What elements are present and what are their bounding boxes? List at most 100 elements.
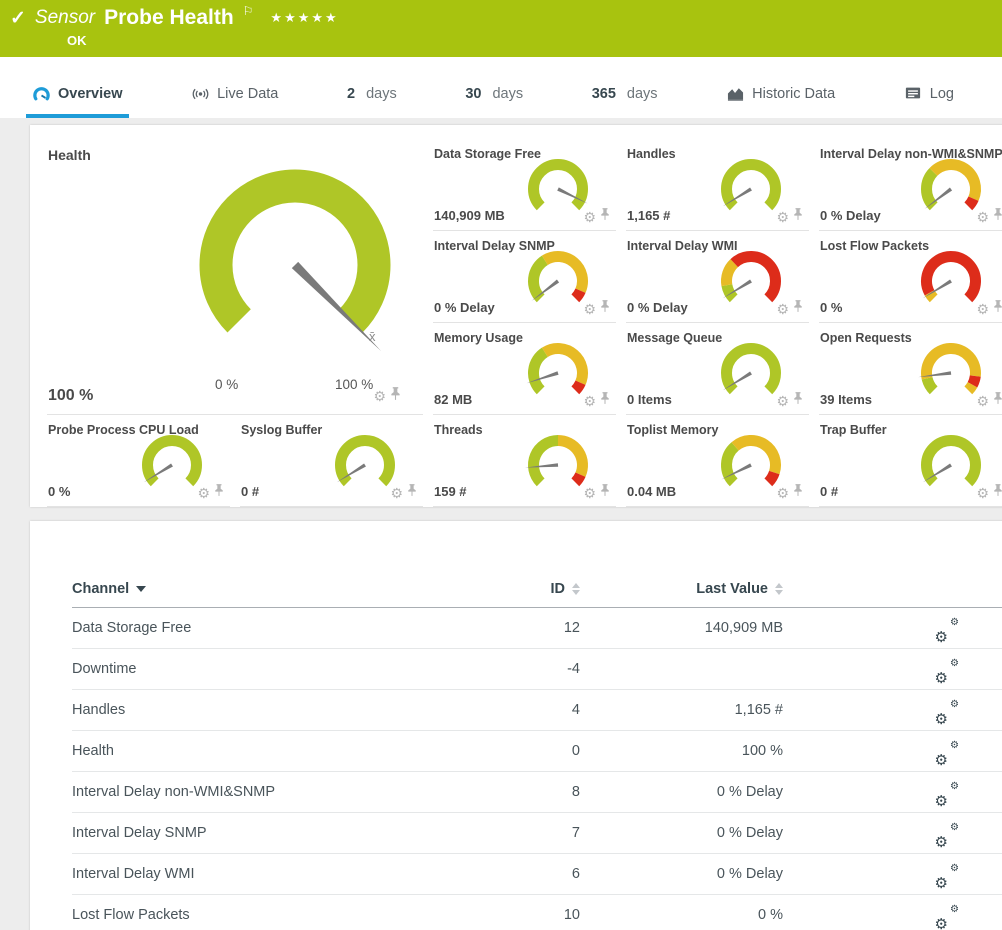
- gear-icon[interactable]: ⚙: [776, 394, 789, 408]
- pin-icon[interactable]: [600, 483, 610, 502]
- sort-desc-icon: [136, 586, 146, 592]
- pin-icon[interactable]: [993, 483, 1002, 502]
- broadcast-icon: [191, 85, 210, 104]
- gear-icon[interactable]: ⚙: [976, 486, 989, 500]
- pin-icon[interactable]: [390, 386, 401, 406]
- gear-icon[interactable]: ⚙: [583, 394, 596, 408]
- tab-label: Historic Data: [752, 86, 835, 102]
- tab-2-days[interactable]: 2days: [341, 74, 403, 118]
- gear-icon[interactable]: ⚙: [583, 302, 596, 316]
- gauge-value: 0.04 MB: [627, 484, 676, 499]
- pin-icon[interactable]: [600, 207, 610, 226]
- gear-icon[interactable]: ⚙: [976, 210, 989, 224]
- gear-icon[interactable]: ⚙: [373, 389, 386, 403]
- cell-last-value: 0 % Delay: [580, 784, 783, 800]
- pin-icon[interactable]: [793, 207, 803, 226]
- gauge-icon: [32, 85, 51, 104]
- gear-icon[interactable]: ⚙: [197, 486, 210, 500]
- cell-channel[interactable]: Lost Flow Packets: [72, 907, 480, 923]
- pin-icon[interactable]: [993, 391, 1002, 410]
- table-row-health[interactable]: Health0100 %⚙⚙: [72, 731, 1002, 772]
- table-row-data-storage-free[interactable]: Data Storage Free12140,909 MB⚙⚙: [72, 608, 1002, 649]
- table-row-interval-delay-wmi[interactable]: Interval Delay WMI60 % Delay⚙⚙: [72, 854, 1002, 895]
- cell-channel[interactable]: Health: [72, 743, 480, 759]
- table-body: Data Storage Free12140,909 MB⚙⚙Downtime-…: [72, 608, 1002, 930]
- sensor-name: Probe Health: [104, 6, 234, 30]
- gear-icon[interactable]: ⚙: [583, 210, 596, 224]
- tab-label: Overview: [58, 86, 123, 102]
- channel-table-panel: Channel ID Last Value Data Storage Free1…: [30, 521, 1002, 930]
- gauge-value: 0 % Delay: [820, 208, 881, 223]
- priority-stars[interactable]: ★★★★★: [270, 10, 338, 26]
- table-row-interval-delay-snmp[interactable]: Interval Delay SNMP70 % Delay⚙⚙: [72, 813, 1002, 854]
- column-header-id[interactable]: ID: [480, 581, 580, 597]
- column-header-channel[interactable]: Channel: [72, 581, 480, 597]
- gear-icon[interactable]: ⚙: [583, 486, 596, 500]
- gauge-max-label: 100 %: [335, 377, 373, 392]
- gauge-value: 0 Items: [627, 392, 672, 407]
- pin-icon[interactable]: [993, 207, 1002, 226]
- tab-live-data[interactable]: Live Data: [185, 74, 284, 118]
- gauge-tile-trap-buffer: Trap Buffer 0 # ⚙: [819, 415, 1002, 507]
- pin-icon[interactable]: [993, 299, 1002, 318]
- gauge-value: 0 %: [820, 300, 842, 315]
- gauge-title: Health: [48, 147, 91, 163]
- gauge-arc: [105, 143, 445, 393]
- gauge-title: Open Requests: [820, 331, 912, 345]
- cell-id: 0: [480, 743, 580, 759]
- gauge-value: 159 #: [434, 484, 467, 499]
- pin-icon[interactable]: [600, 391, 610, 410]
- pin-icon[interactable]: [214, 483, 224, 502]
- pin-icon[interactable]: [793, 483, 803, 502]
- gauge-tile-lost-flow-packets: Lost Flow Packets0 %⚙: [819, 231, 1002, 323]
- gauge-value: 0 #: [820, 484, 838, 499]
- gear-icon[interactable]: ⚙: [776, 210, 789, 224]
- table-row-lost-flow-packets[interactable]: Lost Flow Packets100 %⚙⚙: [72, 895, 1002, 930]
- gauge-value: 0 % Delay: [434, 300, 495, 315]
- cell-last-value: 0 % Delay: [580, 866, 783, 882]
- gauge-value: 1,165 #: [627, 208, 670, 223]
- gauge-value: 0 %: [48, 484, 70, 499]
- gauge-grid: Health 0 % 100 % x̄ 100 % ⚙ Data Storage…: [30, 125, 1002, 507]
- overview-panel: Health 0 % 100 % x̄ 100 % ⚙ Data Storage…: [30, 125, 1002, 507]
- pin-icon[interactable]: [793, 391, 803, 410]
- gauge-title: Trap Buffer: [820, 423, 887, 437]
- gear-icon[interactable]: ⚙: [976, 394, 989, 408]
- tab-365-days[interactable]: 365days: [586, 74, 664, 118]
- gauge-title: Memory Usage: [434, 331, 523, 345]
- gauge-tile-health: Health 0 % 100 % x̄ 100 % ⚙: [47, 139, 423, 415]
- column-header-last-value[interactable]: Last Value: [580, 581, 783, 597]
- cell-channel[interactable]: Data Storage Free: [72, 620, 480, 636]
- cell-channel[interactable]: Downtime: [72, 661, 480, 677]
- area-chart-icon: [726, 85, 745, 104]
- tab-log[interactable]: Log: [898, 74, 960, 118]
- table-row-handles[interactable]: Handles41,165 #⚙⚙: [72, 690, 1002, 731]
- pin-icon[interactable]: [793, 299, 803, 318]
- pin-icon[interactable]: [407, 483, 417, 502]
- flag-icon[interactable]: ⚐: [243, 4, 254, 18]
- gauge-tile-toplist-memory: Toplist Memory0.04 MB⚙: [626, 415, 809, 507]
- table-row-downtime[interactable]: Downtime-4⚙⚙: [72, 649, 1002, 690]
- cell-last-value: 140,909 MB: [580, 620, 783, 636]
- gear-icon[interactable]: ⚙: [776, 302, 789, 316]
- cell-channel[interactable]: Interval Delay non-WMI&SNMP: [72, 784, 480, 800]
- sort-icon: [572, 583, 580, 595]
- cell-channel[interactable]: Interval Delay SNMP: [72, 825, 480, 841]
- gear-icon[interactable]: ⚙: [976, 302, 989, 316]
- gear-icon[interactable]: ⚙: [390, 486, 403, 500]
- cell-channel[interactable]: Handles: [72, 702, 480, 718]
- cell-channel[interactable]: Interval Delay WMI: [72, 866, 480, 882]
- gauge-tile-interval-delay-snmp: Interval Delay SNMP0 % Delay⚙: [433, 231, 616, 323]
- table-header-row: Channel ID Last Value: [72, 570, 1002, 608]
- gauge-value: 0 #: [241, 484, 259, 499]
- log-icon: [904, 85, 923, 104]
- gauge-tile-message-queue: Message Queue0 Items⚙: [626, 323, 809, 415]
- tab-30-days[interactable]: 30days: [459, 74, 529, 118]
- pin-icon[interactable]: [600, 299, 610, 318]
- table-row-interval-delay-non-wmi-snmp[interactable]: Interval Delay non-WMI&SNMP80 % Delay⚙⚙: [72, 772, 1002, 813]
- cell-id: 6: [480, 866, 580, 882]
- gear-icon[interactable]: ⚙: [776, 486, 789, 500]
- tab-historic-data[interactable]: Historic Data: [720, 74, 841, 118]
- tab-overview[interactable]: Overview: [26, 74, 129, 118]
- sensor-type-label: Sensor: [35, 7, 95, 29]
